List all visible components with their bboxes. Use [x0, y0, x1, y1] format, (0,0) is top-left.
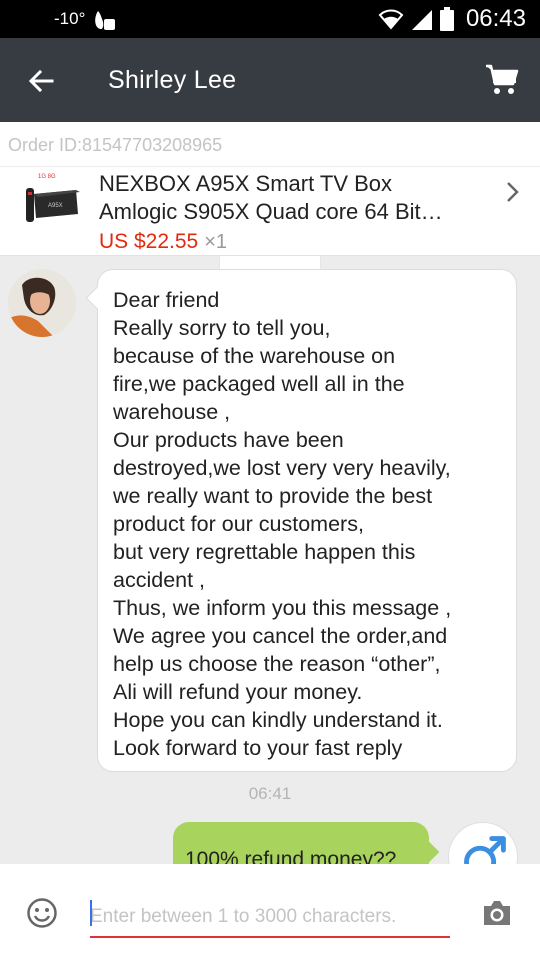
status-bar: -10° 06:43 [0, 0, 540, 38]
message-line: Our products have been [113, 428, 344, 452]
seller-avatar[interactable] [8, 269, 76, 337]
temperature-text: -10° [54, 9, 86, 28]
thumb-brand: A95X [48, 203, 63, 209]
product-quantity: ×1 [204, 231, 228, 253]
shopping-cart-icon[interactable] [484, 62, 520, 98]
text-caret [90, 900, 92, 926]
product-price: US $22.55 [99, 230, 199, 253]
order-card[interactable]: Order ID:81547703208965 1G 8G A95X NEXBO… [0, 122, 540, 256]
message-line: fire,we packaged well all in the [113, 372, 405, 396]
message-line: warehouse , [113, 400, 231, 424]
product-name-line2: Amlogic S905X Quad core 64 Bit… [99, 199, 443, 224]
message-line: but very regrettable happen this [113, 540, 416, 564]
app-bar: Shirley Lee [0, 38, 540, 122]
thumb-label: 1G 8G [38, 174, 56, 180]
message-line: product for our customers, [113, 512, 364, 536]
message-line: accident , [113, 568, 206, 592]
product-price-row: US $22.55 ×1 [99, 230, 227, 254]
bubble-tail [416, 840, 440, 864]
back-arrow-icon[interactable] [26, 66, 56, 96]
clock: 06:43 [465, 5, 526, 32]
product-thumbnail: 1G 8G A95X [26, 174, 80, 222]
chat-title: Shirley Lee [108, 66, 237, 94]
product-name-line1: NEXBOX A95X Smart TV Box [99, 171, 393, 196]
camera-icon[interactable] [481, 898, 513, 928]
seller-message-bubble: Dear friend Really sorry to tell you, be… [85, 269, 517, 772]
order-id: Order ID:81547703208965 [8, 135, 223, 155]
message-line: destroyed,we lost very very heavily, [113, 456, 451, 480]
message-timestamp: 06:41 [248, 784, 292, 803]
seller-message-text: Dear friend Really sorry to tell you, be… [113, 286, 502, 762]
message-line: Hope you can kindly understand it. [113, 708, 443, 732]
message-line: Ali will refund your money. [113, 680, 363, 704]
product-name: NEXBOX A95X Smart TV Box Amlogic S905X Q… [99, 170, 484, 226]
divider [0, 166, 540, 167]
emoji-icon[interactable] [26, 897, 58, 929]
message-line: because of the warehouse on [113, 344, 396, 368]
weather-icon [95, 11, 115, 30]
message-line: Dear friend [113, 288, 220, 312]
message-line: help us choose the reason “other”, [113, 652, 441, 676]
message-line: we really want to provide the best [113, 484, 433, 508]
message-line: We agree you cancel the order,and [113, 624, 448, 648]
chevron-right-icon [507, 182, 519, 202]
composer-bar [0, 864, 540, 960]
bubble-tail [85, 286, 109, 310]
message-input[interactable] [90, 898, 450, 938]
wifi-icon [378, 9, 404, 30]
signal-icon [411, 10, 432, 30]
message-line: Look forward to your fast reply [113, 736, 403, 760]
battery-icon [439, 7, 454, 31]
message-line: Thus, we inform you this message , [113, 596, 452, 620]
message-line: Really sorry to tell you, [113, 316, 331, 340]
